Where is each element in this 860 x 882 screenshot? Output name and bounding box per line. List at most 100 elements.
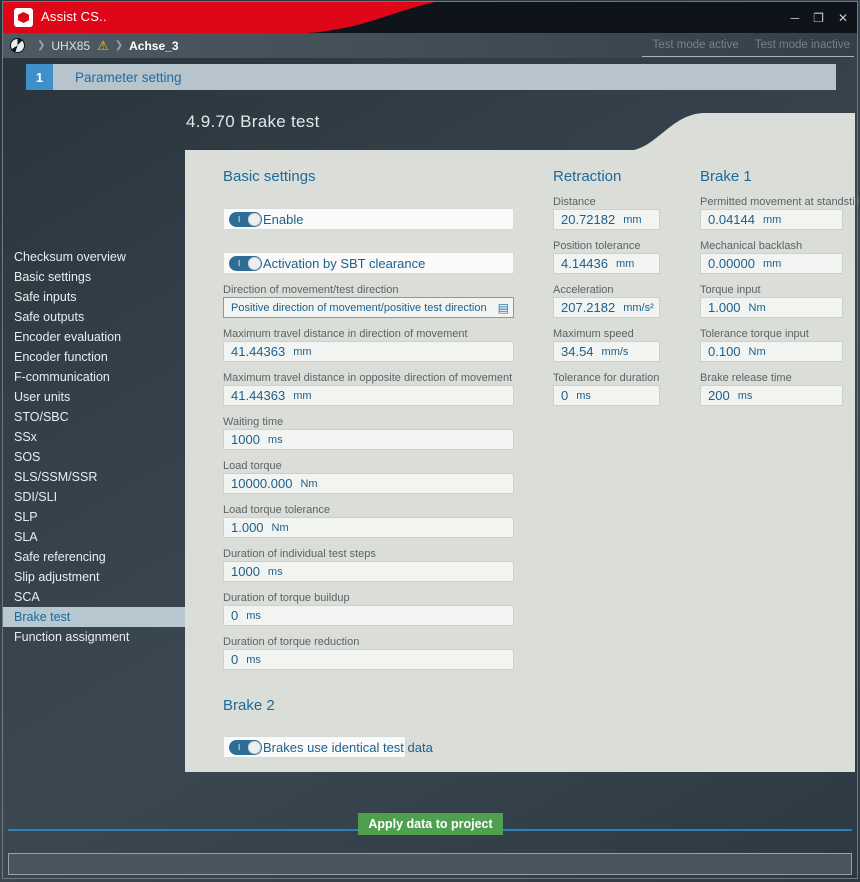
field-label: Duration of torque reduction [223, 636, 514, 648]
field-unit: mm [293, 390, 311, 402]
field-input[interactable]: 0 ms [223, 605, 514, 626]
field-value: 1000 [231, 432, 260, 447]
sidebar-item-brake-test[interactable]: Brake test [2, 607, 185, 627]
sidebar-item-slip-adjustment[interactable]: Slip adjustment [2, 567, 185, 587]
sidebar-item-checksum-overview[interactable]: Checksum overview [2, 247, 185, 267]
field-input[interactable]: 0.00000 mm [700, 253, 843, 274]
sidebar-item-basic-settings[interactable]: Basic settings [2, 267, 185, 287]
sidebar-item-sls-ssm-ssr[interactable]: SLS/SSM/SSR [2, 467, 185, 487]
field-unit: ms [576, 390, 591, 402]
sidebar-item-sla[interactable]: SLA [2, 527, 185, 547]
field-label: Maximum travel distance in opposite dire… [223, 372, 514, 384]
field-input[interactable]: 0 ms [223, 649, 514, 670]
field-brake-release-time: Brake release time 200 ms [700, 372, 843, 406]
sidebar-item-sos[interactable]: SOS [2, 447, 185, 467]
sidebar-item-safe-inputs[interactable]: Safe inputs [2, 287, 185, 307]
field-value: 0.04144 [708, 212, 755, 227]
section-title-retraction: Retraction [553, 168, 660, 185]
sidebar-item-f-communication[interactable]: F-communication [2, 367, 185, 387]
field-value: 0 [231, 652, 238, 667]
field-input[interactable]: 1.000 Nm [223, 517, 514, 538]
field-unit: mm [293, 346, 311, 358]
step-bar[interactable]: Parameter setting [53, 64, 836, 90]
window-controls: ─ ❒ ✕ [791, 2, 848, 33]
field-label: Permitted movement at standstill [700, 196, 843, 208]
field-tolerance-duration: Tolerance for duration 0 ms [553, 372, 660, 406]
field-value: 1.000 [231, 520, 264, 535]
minimize-button[interactable]: ─ [791, 12, 800, 24]
breadcrumb-device[interactable]: UHX85 [51, 39, 90, 53]
toggle-label: Brakes use identical test data [263, 740, 433, 755]
toggle-label: Activation by SBT clearance [263, 256, 425, 271]
field-input[interactable]: 10000.000 Nm [223, 473, 514, 494]
network-icon[interactable] [10, 38, 25, 53]
field-label: Mechanical backlash [700, 240, 843, 252]
field-unit: ms [268, 566, 283, 578]
field-input[interactable]: 1000 ms [223, 561, 514, 582]
panel-header-extension [720, 113, 855, 151]
breadcrumb-axis[interactable]: Achse_3 [129, 39, 178, 53]
test-mode-inactive-tab[interactable]: Test mode inactive [755, 39, 850, 51]
sidebar-item-ssx[interactable]: SSx [2, 427, 185, 447]
field-unit: Nm [272, 522, 289, 534]
field-input[interactable]: 200 ms [700, 385, 843, 406]
sidebar-item-user-units[interactable]: User units [2, 387, 185, 407]
field-value: 0 [561, 388, 568, 403]
field-position-tolerance: Position tolerance 4.14436 mm [553, 240, 660, 274]
field-label: Duration of torque buildup [223, 592, 514, 604]
field-waiting-time: Waiting time 1000 ms [223, 416, 514, 450]
sidebar-nav: Checksum overview Basic settings Safe in… [2, 247, 185, 647]
field-input[interactable]: 0 ms [553, 385, 660, 406]
section-title-basic-settings: Basic settings [223, 168, 514, 185]
sidebar-item-sdi-sli[interactable]: SDI/SLI [2, 487, 185, 507]
identical-test-data-toggle[interactable]: Brakes use identical test data [223, 736, 406, 758]
field-input[interactable]: 0.100 Nm [700, 341, 843, 362]
field-input[interactable]: 41.44363 mm [223, 385, 514, 406]
sidebar-item-encoder-evaluation[interactable]: Encoder evaluation [2, 327, 185, 347]
page-title: 4.9.70 Brake test [186, 112, 320, 132]
field-label: Tolerance torque input [700, 328, 843, 340]
field-label: Position tolerance [553, 240, 660, 252]
direction-dropdown[interactable]: Positive direction of movement/positive … [223, 297, 514, 318]
field-input[interactable]: 1.000 Nm [700, 297, 843, 318]
field-unit: ms [246, 654, 261, 666]
enable-toggle[interactable]: Enable [223, 208, 514, 230]
dropdown-list-icon[interactable]: ▤ [498, 302, 509, 314]
field-input[interactable]: 0.04144 mm [700, 209, 843, 230]
apply-data-button[interactable]: Apply data to project [358, 813, 503, 835]
sbt-clearance-toggle[interactable]: Activation by SBT clearance [223, 252, 514, 274]
sidebar-item-sca[interactable]: SCA [2, 587, 185, 607]
field-input[interactable]: 1000 ms [223, 429, 514, 450]
field-distance: Distance 20.72182 mm [553, 196, 660, 230]
field-label: Load torque tolerance [223, 504, 514, 516]
field-unit: mm [763, 258, 781, 270]
field-input[interactable]: 20.72182 mm [553, 209, 660, 230]
sidebar-item-safe-outputs[interactable]: Safe outputs [2, 307, 185, 327]
test-mode-active-tab[interactable]: Test mode active [652, 39, 738, 51]
field-label: Brake release time [700, 372, 843, 384]
sidebar-item-slp[interactable]: SLP [2, 507, 185, 527]
toggle-on-icon [229, 212, 262, 227]
breadcrumb-separator: ❯ [37, 40, 45, 51]
parameter-panel: Basic settings Enable Activation by SBT … [185, 150, 855, 772]
field-input[interactable]: 41.44363 mm [223, 341, 514, 362]
field-unit: Nm [749, 346, 766, 358]
field-value: 41.44363 [231, 344, 285, 359]
field-value: 4.14436 [561, 256, 608, 271]
step-title: Parameter setting [75, 70, 182, 85]
sidebar-item-sto-sbc[interactable]: STO/SBC [2, 407, 185, 427]
field-input[interactable]: 207.2182 mm/s² [553, 297, 660, 318]
app-logo-icon [14, 8, 33, 27]
section-title-brake1: Brake 1 [700, 168, 843, 185]
sidebar-item-encoder-function[interactable]: Encoder function [2, 347, 185, 367]
sidebar-item-safe-referencing[interactable]: Safe referencing [2, 547, 185, 567]
field-value: 1000 [231, 564, 260, 579]
maximize-button[interactable]: ❒ [813, 12, 824, 24]
sidebar-item-function-assignment[interactable]: Function assignment [2, 627, 185, 647]
field-unit: Nm [749, 302, 766, 314]
field-permitted-movement: Permitted movement at standstill 0.04144… [700, 196, 843, 230]
field-input[interactable]: 34.54 mm/s [553, 341, 660, 362]
field-input[interactable]: 4.14436 mm [553, 253, 660, 274]
field-value: 200 [708, 388, 730, 403]
close-button[interactable]: ✕ [838, 12, 848, 24]
